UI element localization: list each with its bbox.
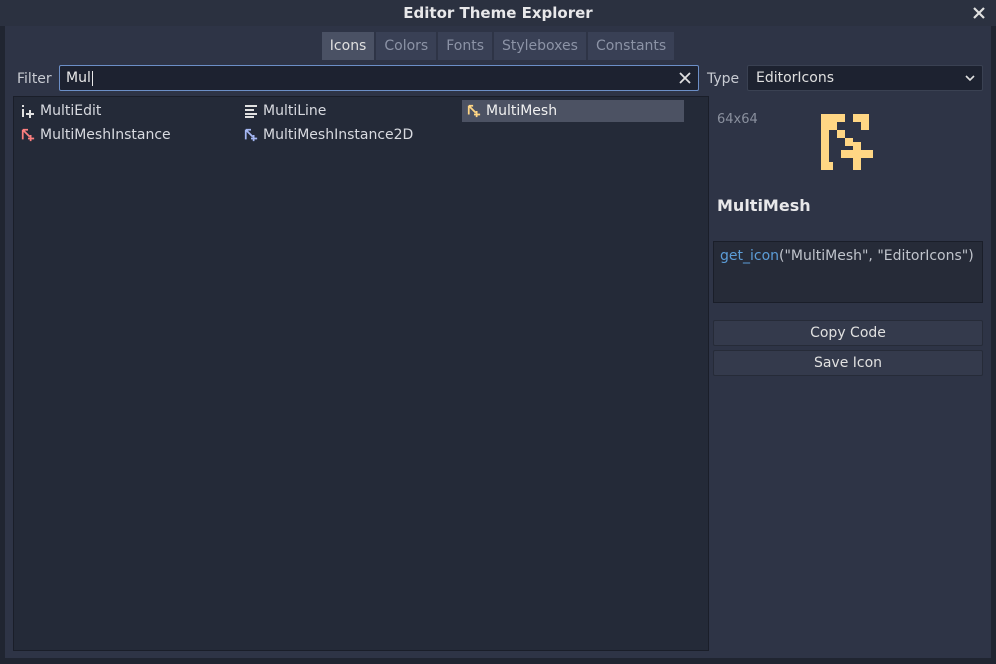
list-item-label: MultiMeshInstance2D <box>263 127 414 143</box>
multi-line-icon <box>243 103 259 119</box>
clear-filter-button[interactable] <box>676 69 694 87</box>
selected-icon-name: MultiMesh <box>717 196 811 215</box>
filter-input[interactable]: Mul <box>59 65 699 91</box>
icon-preview-panel: 64x64 MultiMesh get_icon("MultiMesh", "E… <box>713 96 989 656</box>
list-item[interactable]: MultiMeshInstance <box>16 124 240 146</box>
type-label: Type <box>707 71 740 87</box>
tab-styleboxes[interactable]: Styleboxes <box>494 32 586 60</box>
tab-fonts[interactable]: Fonts <box>438 32 492 60</box>
explorer-panel: Icons Colors Fonts Styleboxes Constants … <box>5 26 991 658</box>
clear-icon <box>679 72 691 84</box>
save-icon-button[interactable]: Save Icon <box>713 350 983 376</box>
multi-edit-icon <box>20 103 36 119</box>
multi-mesh-instance-2d-icon <box>243 127 259 143</box>
tab-constants[interactable]: Constants <box>587 32 675 60</box>
multi-mesh-instance-icon <box>20 127 36 143</box>
list-item[interactable]: MultiLine <box>239 100 461 122</box>
list-item-label: MultiLine <box>263 103 327 119</box>
list-item[interactable]: MultiMesh <box>462 100 684 122</box>
close-button[interactable] <box>968 2 990 24</box>
chevron-down-icon <box>965 75 975 82</box>
list-item-label: MultiMesh <box>486 103 558 119</box>
title-bar: Editor Theme Explorer <box>0 0 996 26</box>
type-value: EditorIcons <box>756 70 834 86</box>
list-item-label: MultiEdit <box>40 103 102 119</box>
icon-size-label: 64x64 <box>717 112 758 127</box>
filter-label: Filter <box>17 71 52 87</box>
list-item[interactable]: MultiEdit <box>16 100 238 122</box>
list-item[interactable]: MultiMeshInstance2D <box>239 124 461 146</box>
code-snippet[interactable]: get_icon("MultiMesh", "EditorIcons") <box>713 241 983 303</box>
type-select[interactable]: EditorIcons <box>747 65 983 91</box>
tab-bar: Icons Colors Fonts Styleboxes Constants <box>5 32 991 60</box>
text-caret <box>91 70 93 86</box>
list-item-label: MultiMeshInstance <box>40 127 171 143</box>
tab-colors[interactable]: Colors <box>376 32 437 60</box>
tab-icons[interactable]: Icons <box>321 32 375 60</box>
multi-mesh-icon <box>466 103 482 119</box>
close-icon <box>973 7 985 19</box>
window-title: Editor Theme Explorer <box>403 4 593 22</box>
code-arguments: ("MultiMesh", "EditorIcons") <box>779 248 974 264</box>
code-function: get_icon <box>720 248 780 264</box>
icon-list[interactable]: MultiEdit MultiLine MultiMesh MultiMeshI… <box>13 96 709 651</box>
copy-code-button[interactable]: Copy Code <box>713 320 983 346</box>
filter-value: Mul <box>66 70 91 86</box>
multi-mesh-icon <box>817 110 881 174</box>
